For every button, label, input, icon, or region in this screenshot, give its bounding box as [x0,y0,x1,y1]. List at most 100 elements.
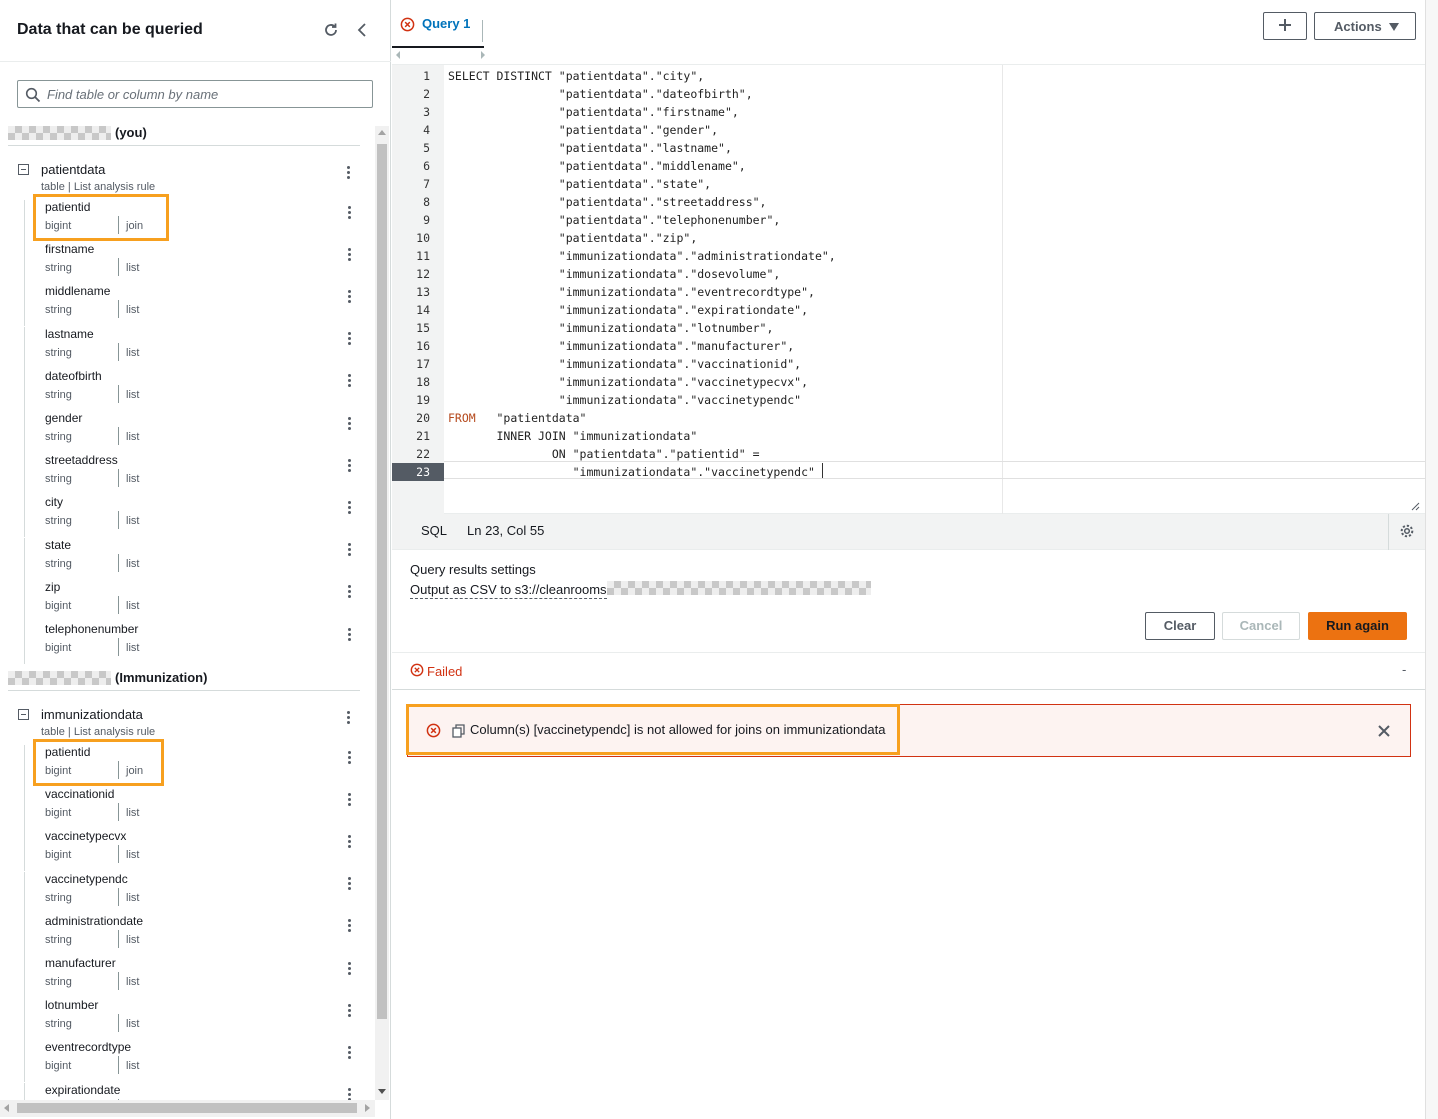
line-number: 1 [423,69,430,83]
results-output-link[interactable]: Output as CSV to s3://cleanrooms [410,582,607,599]
line-number: 23 [392,463,444,481]
more-options-icon[interactable] [342,372,356,390]
column-name: streetaddress [45,453,118,468]
column-node[interactable]: manufacturer string list [24,956,360,998]
more-options-icon[interactable] [342,203,356,221]
more-options-icon[interactable] [342,498,356,516]
column-separator [118,342,119,361]
column-analysis-rule: list [126,933,140,946]
table-name: immunizationdata [41,707,143,722]
collapse-toggle-icon[interactable] [18,709,29,720]
close-icon[interactable] [1376,723,1392,739]
column-node[interactable]: administrationdate string list [24,913,360,956]
scrollbar-thumb[interactable] [17,1103,357,1113]
query-status-row: Failed - [392,652,1425,690]
column-separator [118,845,119,864]
more-options-icon[interactable] [342,541,356,559]
column-node[interactable]: vaccinetypecvx bigint list [24,829,360,872]
column-analysis-rule: list [126,976,140,988]
more-options-icon[interactable] [342,959,356,977]
code-line: "patientdata"."state", [448,177,712,191]
code-line: "patientdata"."gender", [448,123,719,137]
column-node[interactable]: dateofbirth string list [24,368,360,411]
scrollbar-thumb[interactable] [377,144,387,1019]
more-options-icon[interactable] [342,790,356,808]
more-options-icon[interactable] [342,748,356,766]
gear-icon [1399,523,1415,542]
column-node[interactable]: vaccinetypendc string list [24,871,360,914]
column-node[interactable]: gender string list [24,411,360,453]
table-node[interactable]: patientdata table | List analysis rule [16,160,360,200]
column-node[interactable]: firstname string list [24,242,360,285]
column-node[interactable]: patientid bigint join [24,745,360,787]
scroll-right-arrow-icon[interactable] [365,1104,370,1112]
editor-settings-button[interactable] [1388,514,1425,550]
collapse-panel-icon[interactable] [351,19,373,41]
more-options-icon[interactable] [342,245,356,263]
column-name: lotnumber [45,998,99,1013]
tab-scroll-right-icon[interactable] [481,51,485,59]
more-options-icon[interactable] [342,625,356,643]
add-query-button[interactable] [1263,12,1307,40]
tab-scroll-left-icon[interactable] [396,51,400,59]
scroll-up-arrow-icon[interactable] [378,130,386,135]
scroll-left-arrow-icon[interactable] [4,1104,9,1112]
sidebar-vertical-scrollbar[interactable] [375,126,389,1100]
column-separator [118,553,119,572]
tab-query-1[interactable]: Query 1 [392,8,484,48]
more-options-icon[interactable] [342,875,356,893]
more-options-icon[interactable] [342,287,356,305]
copy-icon[interactable] [452,724,465,741]
collapse-toggle-icon[interactable] [18,164,29,175]
column-node[interactable]: expirationdate [24,1082,360,1100]
error-circle-icon [400,17,415,35]
code-line: "immunizationdata"."vaccinationid", [448,357,802,371]
column-analysis-rule: list [126,515,140,528]
code-line: "immunizationdata"."administrationdate", [448,249,836,263]
run-again-button[interactable]: Run again [1308,612,1407,640]
column-type: bigint [45,220,72,232]
more-options-icon[interactable] [342,832,356,850]
table-node[interactable]: immunizationdata table | List analysis ru… [16,705,360,745]
column-node[interactable]: telephonenumber bigint list [24,622,360,664]
more-options-icon[interactable] [342,1086,356,1100]
more-options-icon[interactable] [341,163,355,181]
page-scrollbar[interactable] [1425,0,1438,1119]
resize-handle-icon[interactable] [1410,499,1420,511]
query-tab-bar: Query 1 Actions [392,0,1425,59]
column-node[interactable]: lotnumber string list [24,998,360,1041]
error-alert: Column(s) [vaccinetypendc] is not allowe… [407,704,1411,757]
more-options-icon[interactable] [341,708,355,726]
search-input[interactable] [47,84,367,104]
more-options-icon[interactable] [342,1001,356,1019]
refresh-icon[interactable] [320,19,342,41]
scroll-down-arrow-icon[interactable] [378,1089,386,1094]
column-node[interactable]: patientid bigint join [24,200,360,242]
column-node[interactable]: lastname string list [24,326,360,369]
actions-dropdown-button[interactable]: Actions [1314,12,1416,40]
sidebar-horizontal-scrollbar[interactable] [0,1100,375,1117]
cancel-button[interactable]: Cancel [1222,612,1300,640]
column-node[interactable]: middlename string list [24,284,360,327]
schema-tree: (you) patientdata table | List analysis ru… [0,120,375,1100]
more-options-icon[interactable] [342,330,356,348]
sql-editor[interactable]: 1 2 3 4 5 6 7 8 9 10 11 12 13 14 15 16 17 18 19 20 21 22 23 SE… [392,64,1425,515]
column-node[interactable]: eventrecordtype bigint list [24,1040,360,1083]
clear-button[interactable]: Clear [1145,612,1215,640]
search-field[interactable] [17,80,373,108]
line-number: 7 [423,177,430,191]
more-options-icon[interactable] [342,917,356,935]
column-node[interactable]: state string list [24,537,360,580]
code-line: "immunizationdata"."dosevolume", [448,267,781,281]
column-node[interactable]: streetaddress string list [24,453,360,496]
alert-message: Column(s) [vaccinetypendc] is not allowe… [470,722,886,737]
column-node[interactable]: city string list [24,495,360,538]
more-options-icon[interactable] [342,1043,356,1061]
line-number: 17 [416,357,430,371]
more-options-icon[interactable] [342,456,356,474]
column-type: bigint [45,807,72,820]
column-node[interactable]: zip bigint list [24,579,360,622]
more-options-icon[interactable] [342,414,356,432]
column-node[interactable]: vaccinationid bigint list [24,787,360,830]
more-options-icon[interactable] [342,583,356,601]
